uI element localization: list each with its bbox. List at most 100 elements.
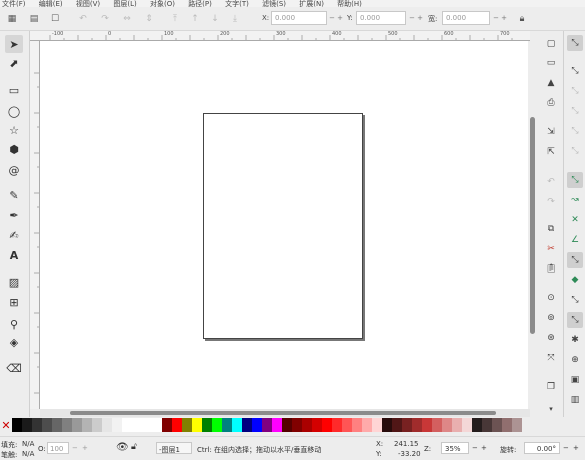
lock-ratio-icon[interactable]: 🔒︎ xyxy=(515,12,529,26)
rotation-input[interactable]: 0.00° xyxy=(524,442,560,454)
layer-visibility-eye-icon[interactable]: 👁︎ xyxy=(116,442,129,453)
x-decrement[interactable]: − xyxy=(328,11,336,25)
snap-page-border-icon[interactable]: ▣ xyxy=(567,372,583,388)
color-swatch[interactable] xyxy=(222,418,232,432)
snap-enable-icon[interactable]: ⤡ xyxy=(567,35,583,51)
color-swatch[interactable] xyxy=(112,418,122,432)
snap-bbox-midpoint-icon[interactable]: ⤡ xyxy=(567,123,583,139)
layer-lock-icon[interactable]: 🔓︎ xyxy=(131,442,137,452)
color-swatch[interactable] xyxy=(122,418,132,432)
text-tool-icon[interactable]: A xyxy=(5,246,23,264)
no-paint-x-icon[interactable]: ✕ xyxy=(0,418,12,432)
snap-rotation-center-icon[interactable]: ✱ xyxy=(567,332,583,348)
more-commands-icon[interactable]: ▾ xyxy=(543,401,559,417)
duplicate-icon[interactable]: ❐ xyxy=(543,379,559,395)
export-icon[interactable]: ⇱ xyxy=(543,144,559,160)
color-swatch[interactable] xyxy=(422,418,432,432)
snap-midpoints-icon[interactable]: ◆ xyxy=(567,272,583,288)
zoom-input[interactable]: 35% xyxy=(441,442,469,454)
new-document-icon[interactable]: ▢ xyxy=(543,36,559,52)
color-swatch[interactable] xyxy=(272,418,282,432)
eraser-tool-icon[interactable]: ⌫ xyxy=(5,359,23,377)
cut-icon[interactable]: ✂ xyxy=(543,241,559,257)
color-swatch[interactable] xyxy=(502,418,512,432)
color-swatch[interactable] xyxy=(92,418,102,432)
color-swatch[interactable] xyxy=(482,418,492,432)
color-swatch[interactable] xyxy=(262,418,272,432)
rotate-ccw-icon[interactable]: ↶ xyxy=(76,12,90,26)
color-swatch[interactable] xyxy=(342,418,352,432)
stroke-value[interactable]: N/A xyxy=(22,450,34,458)
pencil-tool-icon[interactable]: ✎ xyxy=(5,186,23,204)
color-swatch[interactable] xyxy=(212,418,222,432)
zoom-drawing-icon[interactable]: ⊚ xyxy=(543,310,559,326)
color-swatch[interactable] xyxy=(252,418,262,432)
x-increment[interactable]: + xyxy=(336,11,344,25)
vertical-scrollbar-thumb[interactable] xyxy=(530,117,535,334)
rectangle-tool-icon[interactable]: ▭ xyxy=(5,81,23,99)
snap-bbox-edge-icon[interactable]: ⤡ xyxy=(567,83,583,99)
snap-bbox-icon[interactable]: ⤡ xyxy=(567,63,583,79)
node-tool-icon[interactable]: ⬈ xyxy=(5,54,23,72)
zoom-in-button[interactable]: + xyxy=(481,444,487,452)
rotate-cw-icon[interactable]: ↷ xyxy=(98,12,112,26)
raise-to-top-icon[interactable]: ⤒ xyxy=(168,12,182,26)
ellipse-tool-icon[interactable]: ◯ xyxy=(5,102,23,120)
lower-to-bottom-icon[interactable]: ⤓ xyxy=(228,12,242,26)
color-swatch[interactable] xyxy=(282,418,292,432)
3d-box-tool-icon[interactable]: ⬢ xyxy=(5,140,23,158)
color-swatch[interactable] xyxy=(362,418,372,432)
lower-icon[interactable]: ↓ xyxy=(208,12,222,26)
color-swatch[interactable] xyxy=(312,418,322,432)
color-swatch[interactable] xyxy=(62,418,72,432)
color-swatch[interactable] xyxy=(332,418,342,432)
paste-icon[interactable]: 📋︎ xyxy=(543,261,559,277)
color-swatch[interactable] xyxy=(102,418,112,432)
spiral-tool-icon[interactable]: @ xyxy=(5,161,23,179)
color-swatch[interactable] xyxy=(432,418,442,432)
opacity-increment[interactable]: + xyxy=(82,444,88,452)
snap-bbox-corner-icon[interactable]: ⤡ xyxy=(567,103,583,119)
color-swatch[interactable] xyxy=(232,418,242,432)
color-swatch[interactable] xyxy=(472,418,482,432)
y-increment[interactable]: + xyxy=(416,11,424,25)
color-swatch[interactable] xyxy=(322,418,332,432)
color-swatch[interactable] xyxy=(382,418,392,432)
zoom-out-button[interactable]: − xyxy=(472,444,478,452)
flip-horizontal-icon[interactable]: ⇔ xyxy=(120,12,134,26)
zoom-page-icon[interactable]: ⊛ xyxy=(543,330,559,346)
y-decrement[interactable]: − xyxy=(408,11,416,25)
snap-intersections-icon[interactable]: ✕ xyxy=(567,212,583,228)
color-swatch[interactable] xyxy=(32,418,42,432)
color-swatch[interactable] xyxy=(372,418,382,432)
color-swatch[interactable] xyxy=(352,418,362,432)
color-swatch[interactable] xyxy=(52,418,62,432)
snap-nodes-icon[interactable]: ⤡ xyxy=(567,172,583,188)
color-swatch[interactable] xyxy=(152,418,162,432)
y-input[interactable]: 0.000 xyxy=(356,11,406,25)
redo-icon[interactable]: ↷ xyxy=(543,194,559,210)
color-swatch[interactable] xyxy=(72,418,82,432)
width-input[interactable]: 0.000 xyxy=(442,11,490,25)
color-swatch[interactable] xyxy=(492,418,502,432)
undo-icon[interactable]: ↶ xyxy=(543,174,559,190)
mesh-tool-icon[interactable]: ⊞ xyxy=(5,293,23,311)
snap-centers-icon[interactable]: ⤡ xyxy=(567,292,583,308)
x-input[interactable]: 0.000 xyxy=(271,11,327,25)
opacity-input[interactable]: 100 xyxy=(47,442,69,454)
paint-bucket-tool-icon[interactable]: ◈ xyxy=(5,333,23,351)
open-file-icon[interactable]: ▭ xyxy=(543,55,559,71)
layer-dropdown[interactable]: -图层1 xyxy=(156,442,192,454)
color-swatch[interactable] xyxy=(42,418,52,432)
save-icon[interactable]: ▲ xyxy=(543,75,559,91)
pen-tool-icon[interactable]: ✒ xyxy=(5,206,23,224)
color-swatch[interactable] xyxy=(302,418,312,432)
color-swatch[interactable] xyxy=(162,418,172,432)
snap-bbox-center-icon[interactable]: ⤡ xyxy=(567,143,583,159)
color-swatch[interactable] xyxy=(462,418,472,432)
color-swatch[interactable] xyxy=(512,418,522,432)
color-swatch[interactable] xyxy=(412,418,422,432)
width-decrement[interactable]: − xyxy=(492,11,500,25)
snap-cusp-nodes-icon[interactable]: ∠ xyxy=(567,232,583,248)
snap-smooth-nodes-icon[interactable]: ⤡ xyxy=(567,252,583,268)
